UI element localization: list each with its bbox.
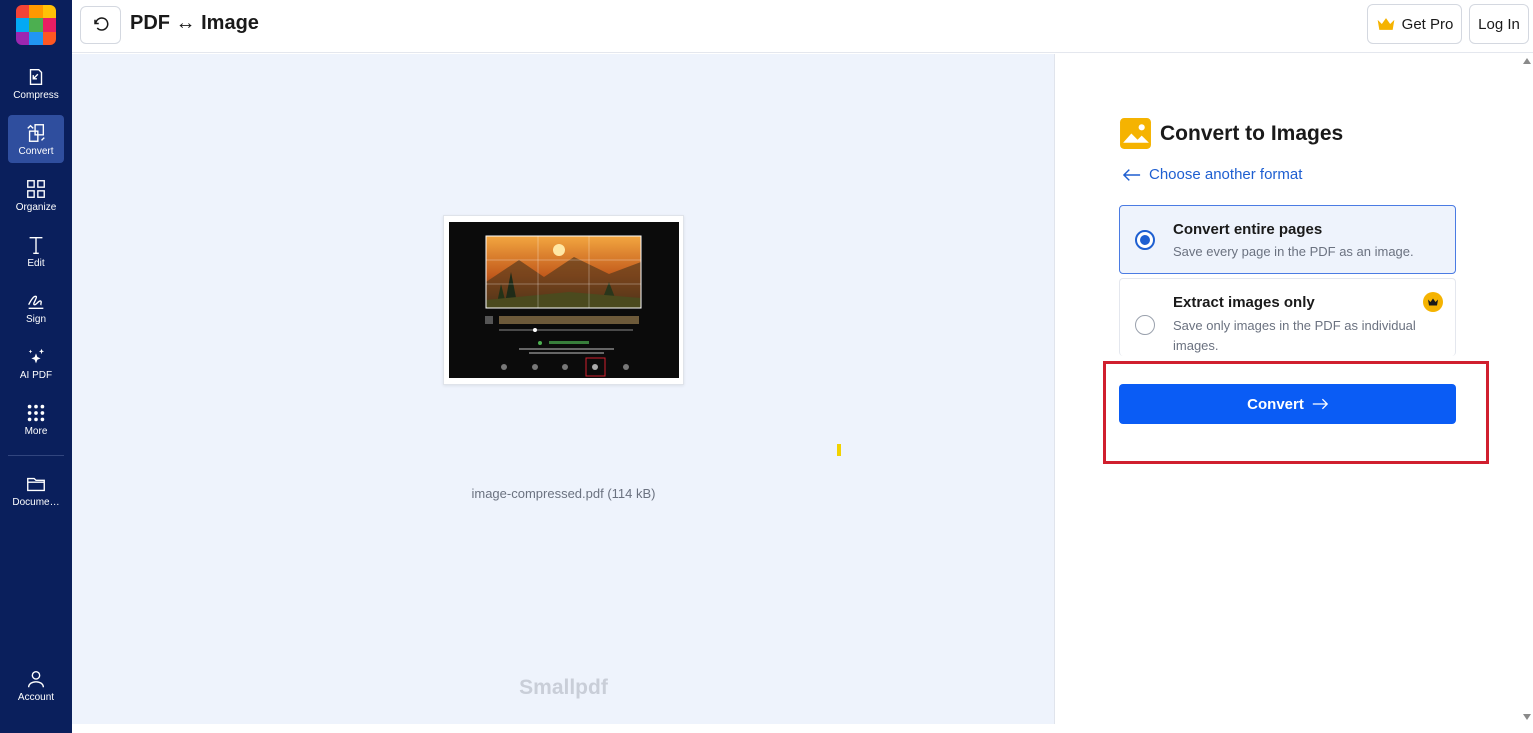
pro-crown-badge [1423,292,1443,312]
folder-icon [27,477,45,491]
organize-icon [27,179,45,198]
choose-another-label: Choose another format [1149,166,1303,183]
undo-icon [93,17,108,31]
panel-title: Convert to Images [1160,121,1344,145]
logo-tile [16,18,30,32]
logo-tile [16,31,30,45]
logo-tile [42,31,56,45]
text-cursor [837,444,841,456]
sidebar-item-ai-pdf[interactable]: AI PDF [8,339,64,387]
option-description: Save every page in the PDF as an image. [1173,244,1414,259]
edit-text-icon [29,236,43,254]
choose-another-format-link[interactable]: Choose another format [1123,166,1302,183]
option-description: Save only images in the PDF as individua… [1173,318,1416,353]
sidebar-item-convert[interactable]: Convert [8,115,64,163]
crown-icon [1377,18,1394,30]
scroll-down-arrow[interactable] [1523,714,1531,720]
sidebar-item-label: Sign [25,313,46,325]
sidebar-item-more[interactable]: More [8,395,64,443]
user-icon [27,670,45,687]
page-title: PDF ↔ Image [130,12,259,34]
panel-header: Convert to Images [1119,117,1343,150]
sidebar-item-account[interactable]: Account [8,661,64,709]
image-icon [1120,118,1151,149]
sidebar-item-organize[interactable]: Organize [8,171,64,219]
logo-tile [29,31,43,45]
sidebar-item-label: Organize [15,201,57,213]
get-pro-label: Get Pro [1401,15,1454,33]
sidebar-item-label: AI PDF [19,369,53,381]
back-button[interactable] [80,6,121,44]
login-label: Log In [1478,15,1520,33]
option-extract-images-only[interactable]: Extract images only Save only images in … [1119,278,1456,356]
sidebar-item-label: Account [17,691,55,703]
arrow-left-icon [1123,168,1141,181]
thumbnail-image [449,222,679,378]
get-pro-button[interactable]: Get Pro [1367,4,1462,44]
logo-tile [29,18,43,32]
sparkle-icon [28,348,45,363]
option-convert-entire-pages[interactable]: Convert entire pages Save every page in … [1119,205,1456,274]
pdf-thumbnail[interactable] [443,215,684,385]
sidebar-item-label: Compress [13,89,59,101]
compress-icon [29,68,43,85]
top-bar: PDF ↔ Image Get Pro Log In [72,0,1533,53]
convert-icon [27,123,45,142]
sidebar-item-label: Docume… [12,496,60,508]
logo-tile [42,5,56,19]
logo-tile [16,5,30,19]
sidebar-item-compress[interactable]: Compress [8,59,64,107]
radio-selected[interactable] [1135,230,1155,250]
sidebar-item-documents[interactable]: Docume… [8,466,64,514]
sidebar-item-label: Edit [27,257,45,269]
scroll-up-arrow[interactable] [1523,58,1531,64]
signature-icon [28,295,44,309]
highlight-annotation-box [1103,361,1489,464]
smallpdf-logo[interactable] [16,5,56,45]
logo-tile [42,18,56,32]
option-title: Extract images only [1173,294,1315,311]
sidebar: Compress Convert Organize Edit Sign AI P… [0,0,72,733]
radio-unselected[interactable] [1135,315,1155,335]
grid-dots-icon [27,404,45,421]
sidebar-item-label: More [24,425,48,437]
file-name: image-compressed.pdf (114 kB) [471,486,656,501]
sidebar-divider [8,455,64,456]
sidebar-item-sign[interactable]: Sign [8,283,64,331]
sidebar-item-label: Convert [18,145,54,157]
crown-icon [1428,298,1438,306]
sidebar-item-edit[interactable]: Edit [8,227,64,275]
smallpdf-watermark: Smallpdf [519,676,608,699]
scrollbar[interactable] [1521,54,1533,724]
logo-tile [29,5,43,19]
login-button[interactable]: Log In [1469,4,1529,44]
preview-area: image-compressed.pdf (114 kB) Smallpdf [72,54,1055,724]
option-title: Convert entire pages [1173,221,1323,238]
